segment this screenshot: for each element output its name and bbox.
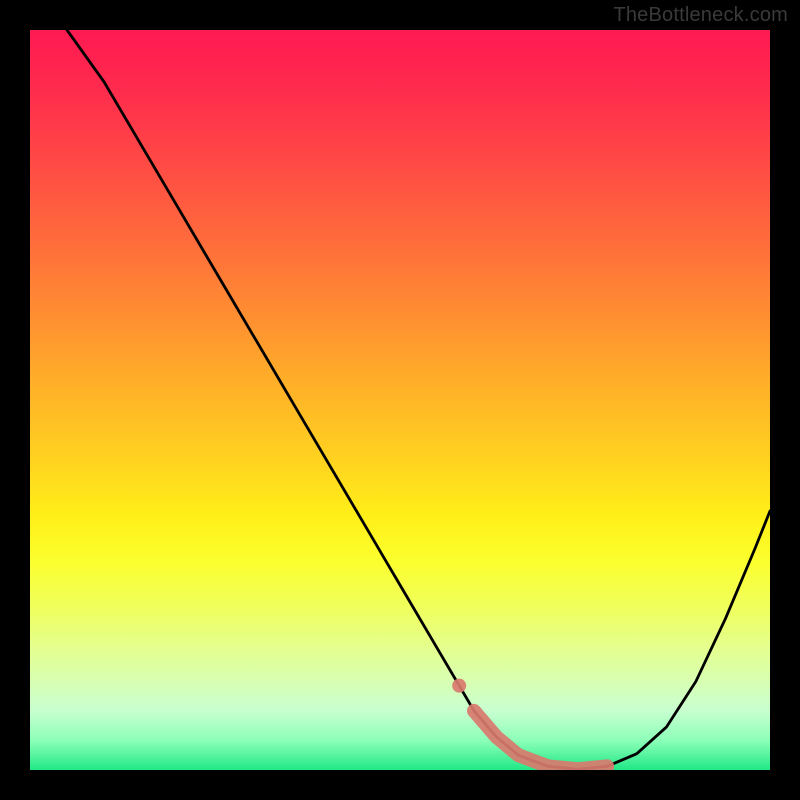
plot-area (30, 30, 770, 770)
optimal-zone-marker (474, 711, 607, 769)
optimal-marker-dot (452, 679, 466, 693)
bottleneck-curve-line (67, 30, 770, 769)
curve-layer (30, 30, 770, 770)
chart-container: TheBottleneck.com (0, 0, 800, 800)
watermark-text: TheBottleneck.com (613, 4, 788, 27)
